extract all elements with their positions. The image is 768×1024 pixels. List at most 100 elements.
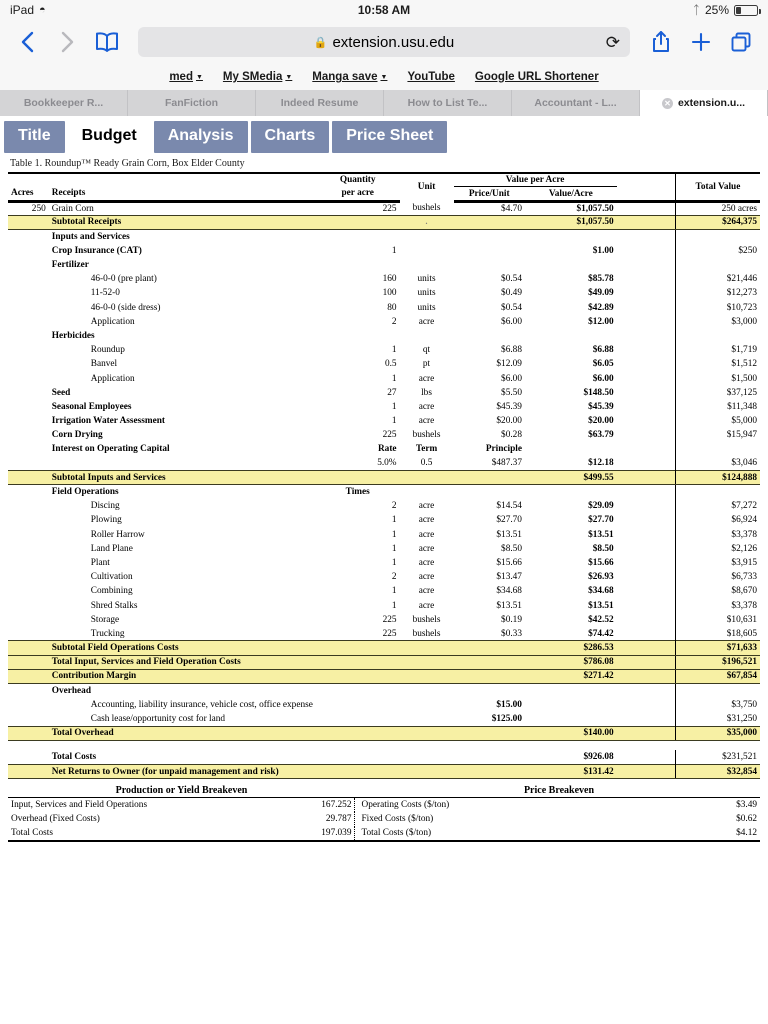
browser-tab-title: Accountant - L...	[534, 97, 617, 109]
bookmark-item[interactable]: YouTube	[407, 71, 454, 83]
row-label: Irrigation Water Assessment	[51, 416, 166, 427]
cell-total	[674, 229, 760, 244]
cell-qty	[316, 750, 400, 764]
browser-tab[interactable]: ✕ extension.u...	[640, 90, 768, 116]
sheet-tab-price-sheet[interactable]: Price Sheet	[332, 121, 448, 153]
cell-price	[454, 258, 525, 272]
browser-tab[interactable]: FanFiction	[128, 90, 256, 116]
cell-total: $3,915	[674, 555, 760, 571]
close-icon[interactable]: ✕	[661, 97, 673, 109]
cell-price	[454, 230, 525, 244]
browser-tab[interactable]: Bookkeeper R...	[0, 90, 128, 116]
cell-unit: acre	[418, 416, 435, 427]
cell-vpa: $42.89	[588, 302, 614, 313]
row-label: Shred Stalks	[90, 600, 138, 611]
forward-chevron-icon[interactable]	[54, 27, 80, 57]
bookmark-item[interactable]: Manga save ▼	[312, 71, 387, 83]
row-label: Total Costs	[51, 752, 97, 763]
row-label: Subtotal Inputs and Services	[48, 470, 316, 486]
reload-icon[interactable]: ⟳	[606, 34, 620, 51]
cell-vpa: $45.39	[588, 401, 614, 412]
cell-price: $5.50	[501, 387, 522, 398]
cell-acres	[8, 343, 49, 357]
sheet-tab-charts[interactable]: Charts	[250, 121, 330, 153]
sheet-tab-title[interactable]: Title	[4, 121, 65, 153]
row-label: Grain Corn	[48, 199, 316, 216]
spacer-cell	[616, 668, 676, 685]
cell-price	[454, 485, 525, 499]
header-row-bottom: Acres Receipts per acre Price/Unit Value…	[8, 187, 760, 201]
cell-total: $196,521	[674, 654, 760, 670]
cell-total: $18,605	[674, 626, 760, 641]
cell-qty: 225	[382, 430, 397, 441]
browser-tab[interactable]: Indeed Resume	[256, 90, 384, 116]
cell-vpa: $148.50	[583, 387, 614, 398]
cell-price	[453, 725, 525, 741]
row-label: Overhead	[51, 685, 91, 696]
cell-unit	[399, 654, 454, 670]
spacer-cell	[8, 725, 49, 741]
browser-tab-title: Indeed Resume	[280, 97, 359, 109]
bookmark-item[interactable]: My SMedia ▼	[223, 71, 292, 83]
url-text-group: 🔒 extension.usu.edu	[314, 34, 454, 51]
cell-unit: bushels	[412, 614, 441, 625]
breakeven-left-value: 197.039	[221, 826, 355, 843]
cell-acres	[8, 400, 49, 414]
col-header-unit: Unit	[399, 171, 454, 202]
cell-qty: 2	[391, 316, 397, 327]
table-spacer-row	[8, 740, 760, 750]
cell-price: $45.39	[496, 401, 522, 412]
cell-unit: acre	[418, 557, 435, 568]
table-row: Total Costs $926.08 $231,521	[8, 750, 760, 765]
breakeven-row: Total Costs 197.039 Total Costs ($/ton) $4.…	[8, 826, 760, 843]
spacer-cell	[8, 230, 49, 244]
row-label: Storage	[90, 614, 120, 625]
plus-icon[interactable]	[688, 27, 714, 57]
spacer-cell	[8, 654, 49, 670]
tabs-icon[interactable]	[728, 27, 754, 57]
cell-unit: acre	[418, 401, 435, 412]
table-subtotal-row: Total Overhead $140.00 $35,000	[8, 725, 760, 741]
cell-qty: 225	[315, 199, 400, 216]
table-row: 11-52-0 100 units $0.49 $49.09 $12,273	[8, 286, 760, 301]
cell-total: $1,500	[674, 371, 760, 386]
spacer-cell	[616, 214, 676, 231]
browser-tab-title: extension.u...	[677, 97, 746, 109]
cell-vpa: $1,057.50	[524, 214, 617, 231]
sheet-tab-analysis[interactable]: Analysis	[153, 121, 248, 153]
cell-price: $12.09	[496, 359, 522, 370]
bookmark-item[interactable]: Google URL Shortener	[475, 71, 599, 83]
cell-vpa: $140.00	[524, 725, 617, 741]
address-bar[interactable]: 🔒 extension.usu.edu ⟳	[138, 27, 630, 57]
back-chevron-icon[interactable]	[14, 27, 40, 57]
cell-price: $6.88	[501, 345, 522, 356]
cell-acres	[8, 542, 49, 556]
cell-qty: 1	[391, 543, 397, 554]
spacer-cell	[8, 329, 49, 343]
cell-total: $7,272	[674, 499, 760, 514]
row-label: Herbicides	[51, 330, 95, 341]
cell-vpa: $15.66	[588, 557, 614, 568]
cell-vpa	[525, 698, 617, 712]
cell-qty	[315, 725, 400, 741]
cell-qty: 1	[391, 600, 397, 611]
table-subtotal-row: Subtotal Inputs and Services $499.55 $124,…	[8, 470, 760, 486]
table-row: Trucking 225 bushels $0.33 $74.42 $18,605	[8, 626, 760, 641]
table-row: 46-0-0 (pre plant) 160 units $0.54 $85.78 $21…	[8, 272, 760, 287]
table-row: Plant 1 acre $15.66 $15.66 $3,915	[8, 555, 760, 571]
cell-price: $0.54	[501, 274, 522, 285]
breakeven-right-value: $3.49	[582, 797, 760, 813]
breakeven-right-label: Total Costs ($/ton)	[354, 826, 583, 843]
row-label: Seasonal Employees	[51, 401, 132, 412]
share-icon[interactable]	[648, 27, 674, 57]
browser-tab[interactable]: Accountant - L...	[512, 90, 640, 116]
browser-tab-title: FanFiction	[164, 97, 219, 109]
sheet-tab-budget[interactable]: Budget	[67, 121, 151, 153]
stray-dot-artifact: .	[425, 217, 428, 227]
book-icon[interactable]	[94, 27, 120, 57]
cell-acres	[8, 712, 49, 726]
browser-tab[interactable]: How to List Te...	[384, 90, 512, 116]
cell-qty: 1	[391, 345, 397, 356]
table-row: Cash lease/opportunity cost for land $125…	[8, 711, 760, 727]
bookmark-item[interactable]: med ▼	[169, 71, 203, 83]
